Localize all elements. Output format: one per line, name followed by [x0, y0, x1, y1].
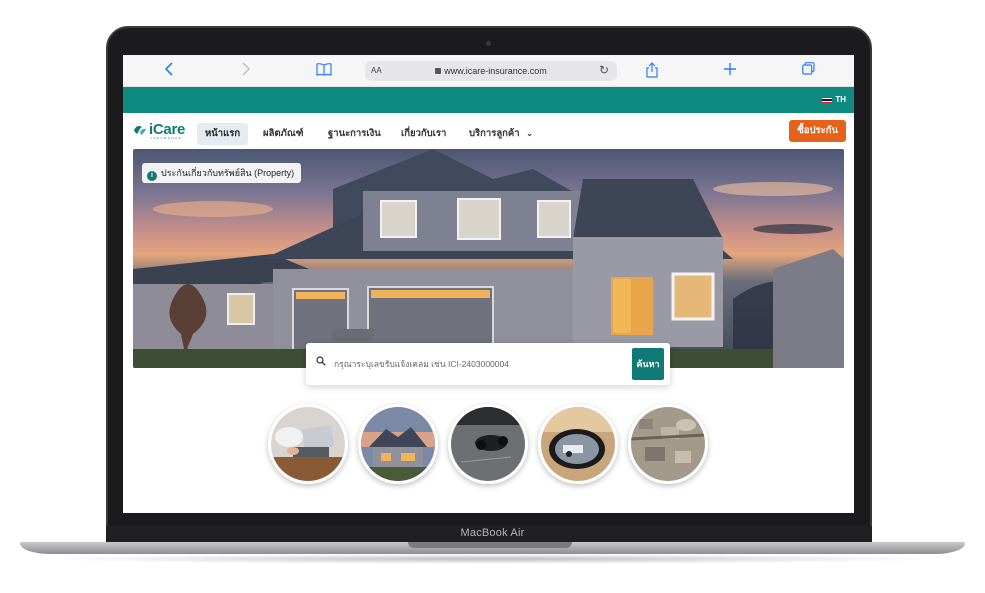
- nav-item-customer-service[interactable]: บริการลูกค้า ⌄: [461, 123, 541, 145]
- camera: [486, 41, 491, 46]
- device-label: MacBook Air: [460, 527, 525, 539]
- search-button[interactable]: ค้นหา: [632, 348, 664, 380]
- motorcycle-accident-image: [451, 407, 525, 481]
- car-mirror-accident-image: [541, 407, 615, 481]
- claim-search-box: ค้นหา: [306, 343, 670, 385]
- laptop-frame: AA www.icare-insurance.com ↻ TH iCare IN…: [0, 0, 985, 593]
- nav-item-products[interactable]: ผลิตภัณฑ์: [255, 123, 312, 145]
- nav-item-financial-status[interactable]: ฐานะการเงิน: [320, 123, 389, 145]
- url-text: www.icare-insurance.com: [444, 66, 547, 76]
- laptop-notch: [408, 542, 572, 548]
- chevron-left-icon[interactable]: [164, 62, 174, 81]
- tabs-icon[interactable]: [802, 62, 815, 80]
- share-icon[interactable]: [646, 62, 658, 83]
- browser-screen: AA www.icare-insurance.com ↻ TH iCare IN…: [123, 55, 854, 513]
- laptop-work-image: [271, 407, 345, 481]
- nav-item-about[interactable]: เกี่ยวกับเรา: [393, 123, 454, 145]
- category-car-accident[interactable]: [538, 404, 618, 484]
- nav-item-home[interactable]: หน้าแรก: [197, 123, 249, 145]
- claim-number-input[interactable]: [334, 356, 624, 372]
- logo-subtext: INSURANCE: [151, 136, 183, 140]
- hero-banner: i ประกันเกี่ยวกับทรัพย์สิน (Property): [133, 149, 844, 368]
- category-laptop-work[interactable]: [268, 404, 348, 484]
- info-icon: i: [147, 171, 157, 181]
- logo-mark-icon: [134, 126, 146, 135]
- disaster-aerial-image: [631, 407, 705, 481]
- plus-icon[interactable]: [724, 62, 736, 80]
- reload-icon[interactable]: ↻: [599, 63, 609, 77]
- thai-flag-icon: [822, 96, 833, 103]
- chevron-down-icon: ⌄: [526, 129, 533, 138]
- main-nav: iCare INSURANCE หน้าแรก ผลิตภัณฑ์ ฐานะกา…: [123, 113, 854, 149]
- category-motorcycle-accident[interactable]: [448, 404, 528, 484]
- search-icon: [316, 356, 326, 366]
- language-switcher[interactable]: TH: [822, 95, 846, 104]
- address-bar[interactable]: AA www.icare-insurance.com ↻: [365, 61, 617, 81]
- property-badge: i ประกันเกี่ยวกับทรัพย์สิน (Property): [142, 163, 302, 183]
- top-bar: TH: [123, 87, 854, 113]
- chevron-right-icon[interactable]: [241, 62, 251, 81]
- lock-icon: [435, 68, 442, 74]
- buy-insurance-button[interactable]: ซื้อประกัน: [789, 120, 846, 142]
- category-disaster[interactable]: [628, 404, 708, 484]
- category-house[interactable]: [358, 404, 438, 484]
- browser-toolbar: AA www.icare-insurance.com ↻: [123, 55, 854, 87]
- book-icon[interactable]: [316, 62, 332, 81]
- house-image: [361, 407, 435, 481]
- laptop-shadow: [40, 554, 945, 564]
